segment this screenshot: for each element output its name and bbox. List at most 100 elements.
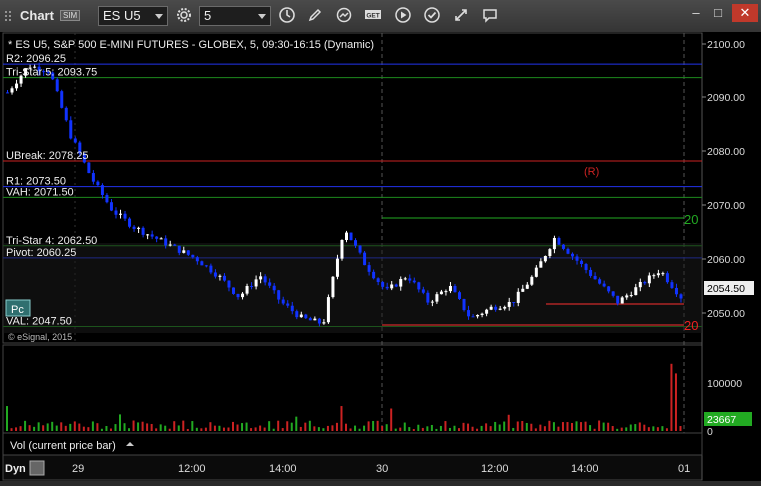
candle-body <box>561 244 565 249</box>
volume-bar <box>647 427 650 431</box>
level-label-ubreak: UBreak: 2078.25 <box>6 150 89 162</box>
candle-body <box>498 308 502 310</box>
check-icon[interactable] <box>421 6 443 26</box>
candle-body <box>299 314 303 318</box>
candle-body <box>674 287 678 295</box>
dyn-label[interactable]: Dyn <box>5 463 26 475</box>
volume-bar <box>376 420 379 431</box>
candle-body <box>317 318 321 324</box>
candle-body <box>195 257 199 262</box>
volume-bar <box>245 422 248 431</box>
chart-area[interactable]: * ES U5, S&P 500 E-MINI FUTURES - GLOBEX… <box>0 32 761 481</box>
volume-bar <box>254 427 257 431</box>
tools-icon[interactable] <box>450 6 472 26</box>
symbol-field[interactable]: ES U5 <box>98 6 168 26</box>
volume-bar <box>408 427 411 431</box>
chevron-down-icon[interactable] <box>258 14 266 19</box>
candle-body <box>426 292 430 303</box>
level-label-val: VAL: 2047.50 <box>6 315 72 327</box>
candle-body <box>259 276 263 280</box>
get-icon[interactable]: GET <box>362 6 384 26</box>
volume-pane[interactable] <box>2 344 703 434</box>
dyn-toggle-icon[interactable] <box>29 460 45 476</box>
settings-icon[interactable] <box>173 6 195 26</box>
candle-body <box>55 79 59 92</box>
volume-bar <box>263 427 266 431</box>
volume-bar <box>561 422 564 431</box>
candle-body <box>109 202 113 211</box>
candle-body <box>575 256 579 261</box>
minimize-icon[interactable]: – <box>686 4 706 22</box>
candle-body <box>69 120 73 139</box>
volume-bar <box>625 427 628 431</box>
close-icon[interactable]: ✕ <box>732 4 758 22</box>
candle-body <box>250 286 254 288</box>
level-label-tristar4: Tri-Star 4: 2062.50 <box>6 235 97 247</box>
candle-body <box>87 162 91 174</box>
volume-bar <box>394 428 397 431</box>
volume-bar <box>290 422 293 431</box>
volume-bar <box>512 427 515 431</box>
drag-grip-icon[interactable] <box>4 10 12 22</box>
volume-bar <box>119 414 121 431</box>
volume-bar <box>620 427 623 431</box>
volume-bar <box>28 425 31 431</box>
candle-body <box>326 297 330 323</box>
candle-body <box>331 276 335 298</box>
candle-body <box>665 273 669 283</box>
clock-icon[interactable] <box>276 6 298 26</box>
candle-body <box>114 210 118 215</box>
candle-body <box>263 276 267 283</box>
volume-bar <box>159 424 162 431</box>
volume-bar <box>403 422 406 431</box>
volume-bar <box>137 422 140 431</box>
candle-body <box>100 185 104 195</box>
candle-body <box>390 284 394 289</box>
volume-bar <box>421 427 424 431</box>
setup-count-upper: 20 <box>684 212 698 227</box>
refresh-icon[interactable] <box>333 6 355 26</box>
candle-body <box>656 273 660 276</box>
volume-bar <box>37 422 40 431</box>
candle-body <box>132 226 136 229</box>
comment-icon[interactable] <box>479 6 501 26</box>
chevron-down-icon[interactable] <box>155 14 163 19</box>
candle-body <box>620 297 624 304</box>
candle-body <box>412 280 416 283</box>
candle-body <box>512 302 516 304</box>
volume-bar <box>227 427 230 431</box>
candle-body <box>159 238 163 240</box>
volume-bar <box>611 426 614 431</box>
volume-bar <box>575 421 578 431</box>
candle-body <box>566 248 570 254</box>
candle-body <box>557 237 561 245</box>
title-bar: Chart SIM ES U5 5 GET – □ ✕ <box>0 0 761 33</box>
volume-bar <box>55 425 58 431</box>
candle-body <box>363 252 367 266</box>
volume-bar <box>462 422 465 431</box>
candle-body <box>408 278 412 281</box>
interval-field[interactable]: 5 <box>199 6 271 26</box>
candle-body <box>146 234 150 236</box>
price-chart[interactable]: * ES U5, S&P 500 E-MINI FUTURES - GLOBEX… <box>0 32 761 481</box>
volume-bar <box>186 428 189 431</box>
pencil-icon[interactable] <box>304 6 326 26</box>
volume-bar <box>354 425 357 431</box>
candle-body <box>308 318 312 321</box>
candle-body <box>277 290 281 300</box>
volume-bar <box>177 425 180 431</box>
volume-bar <box>218 425 221 431</box>
volume-bar <box>182 420 185 431</box>
candle-body <box>268 282 272 286</box>
volume-bar <box>634 424 637 431</box>
x-tick: 14:00 <box>269 463 297 475</box>
maximize-icon[interactable]: □ <box>708 4 728 22</box>
volume-bar <box>69 423 72 431</box>
volume-bar <box>467 423 470 431</box>
volume-bar <box>638 422 641 431</box>
play-icon[interactable] <box>392 6 414 26</box>
volume-bar <box>629 424 632 431</box>
candle-body <box>602 283 606 287</box>
volume-bar <box>674 373 677 431</box>
candle-body <box>548 249 552 257</box>
